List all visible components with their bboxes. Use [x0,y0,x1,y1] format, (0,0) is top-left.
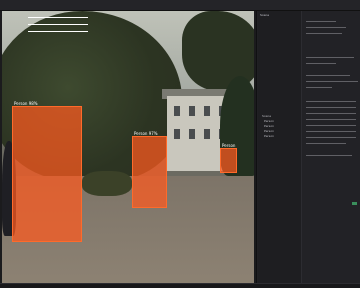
building-window [189,129,195,139]
chat-line [306,21,336,22]
detection-label: Person [222,143,236,148]
detection-box[interactable]: Person [220,143,237,173]
chat-line [306,27,346,28]
tree-item[interactable]: Scene [262,114,271,118]
building-window [174,129,180,139]
top-toolbar [0,0,360,11]
tree-item[interactable]: Person [264,129,274,133]
detection-box[interactable]: Person 98% [12,101,82,242]
chat-line [306,101,356,102]
chat-line [306,63,336,64]
building-window [204,106,210,116]
scene-hedge [82,171,132,196]
chat-line [306,137,356,138]
overlay-line [28,31,88,32]
chat-line [306,113,356,114]
status-bar [0,283,360,288]
chat-line [306,33,342,34]
overlay-line [28,24,88,25]
scene-panel-title: Scene [260,13,270,17]
tree-item[interactable]: Person [264,134,274,138]
chat-line [306,81,358,82]
detection-label: Person 98% [14,101,38,106]
scene-panel: Scene Scene Person Person Person Person [258,11,302,283]
tree-item[interactable]: Person [264,124,274,128]
chat-panel [302,11,360,283]
building-window [204,129,210,139]
overlay-line [28,17,88,18]
chat-line [306,57,354,58]
image-viewer[interactable]: Person 98% Person 97% Person [2,11,254,283]
detection-label: Person 97% [134,131,158,136]
chat-line [306,143,346,144]
chat-line [306,107,356,108]
building-window [189,106,195,116]
chat-line [306,131,356,132]
overlay-lines [28,17,88,38]
chat-line [306,119,356,120]
building-window [174,106,180,116]
tree-item[interactable]: Person [264,119,274,123]
app-window: Person 98% Person 97% Person Scene Scene… [0,0,360,288]
detection-box[interactable]: Person 97% [132,131,167,208]
send-button[interactable] [352,202,357,205]
chat-line [306,125,356,126]
chat-line [306,75,350,76]
chat-line [306,155,352,156]
chat-line [306,87,332,88]
